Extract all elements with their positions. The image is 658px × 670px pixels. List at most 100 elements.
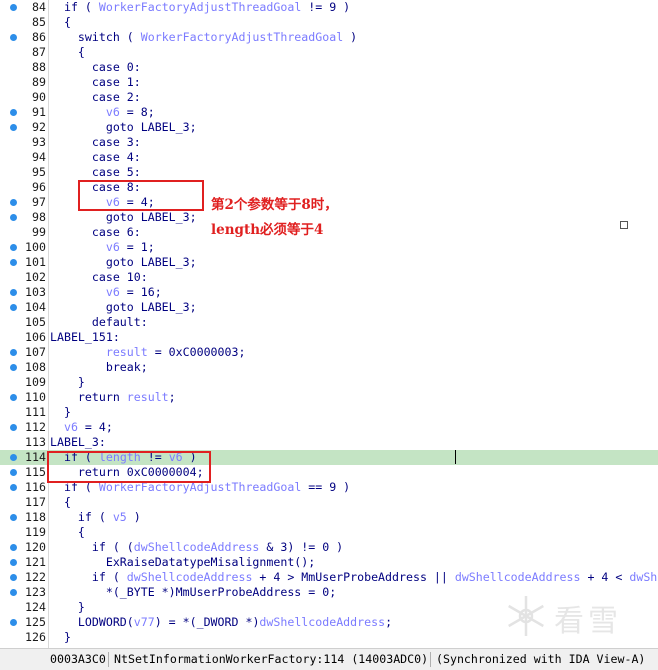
code-line[interactable]: 111 } (0, 405, 658, 420)
code-line[interactable]: 103 v6 = 16; (0, 285, 658, 300)
code-line[interactable]: 119 { (0, 525, 658, 540)
code-line[interactable]: 91 v6 = 8; (0, 105, 658, 120)
code-text: default: (50, 315, 148, 330)
line-number: 86 (32, 30, 46, 44)
code-line[interactable]: 86 switch ( WorkerFactoryAdjustThreadGoa… (0, 30, 658, 45)
code-line[interactable]: 118 if ( v5 ) (0, 510, 658, 525)
breakpoint-marker-icon[interactable] (10, 214, 17, 221)
code-line[interactable]: 94 case 4: (0, 150, 658, 165)
code-text: } (50, 600, 85, 615)
code-line[interactable]: 120 if ( (dwShellcodeAddress & 3) != 0 ) (0, 540, 658, 555)
breakpoint-marker-icon[interactable] (10, 199, 17, 206)
pseudocode-view[interactable]: 84 if ( WorkerFactoryAdjustThreadGoal !=… (0, 0, 658, 648)
breakpoint-marker-icon[interactable] (10, 124, 17, 131)
code-line[interactable]: 112 v6 = 4; (0, 420, 658, 435)
code-text: } (50, 405, 71, 420)
code-line[interactable]: 122 if ( dwShellcodeAddress + 4 > MmUser… (0, 570, 658, 585)
code-line[interactable]: 108 break; (0, 360, 658, 375)
breakpoint-marker-icon[interactable] (10, 349, 17, 356)
code-token: switch ( (50, 30, 141, 44)
code-text: goto LABEL_3; (50, 255, 197, 270)
code-token: == 9 ) (301, 480, 351, 494)
code-line[interactable]: 88 case 0: (0, 60, 658, 75)
code-token: = 16; (119, 285, 162, 299)
code-line[interactable]: 90 case 2: (0, 90, 658, 105)
breakpoint-marker-icon[interactable] (10, 424, 17, 431)
code-line[interactable]: 89 case 1: (0, 75, 658, 90)
code-token: if ( (50, 0, 99, 14)
code-text: if ( (dwShellcodeAddress & 3) != 0 ) (50, 540, 343, 555)
identifier-token: dwShellcodeAddress (126, 570, 253, 584)
code-line[interactable]: 102 case 10: (0, 270, 658, 285)
breakpoint-marker-icon[interactable] (10, 574, 17, 581)
code-line[interactable]: 84 if ( WorkerFactoryAdjustThreadGoal !=… (0, 0, 658, 15)
breakpoint-marker-icon[interactable] (10, 589, 17, 596)
code-line[interactable]: 106 LABEL_151: (0, 330, 658, 345)
breakpoint-marker-icon[interactable] (10, 484, 17, 491)
code-line[interactable]: 110 return result; (0, 390, 658, 405)
line-number: 109 (25, 375, 46, 389)
breakpoint-marker-icon[interactable] (10, 469, 17, 476)
breakpoint-marker-icon[interactable] (10, 4, 17, 11)
breakpoint-marker-icon[interactable] (10, 544, 17, 551)
line-number: 102 (25, 270, 46, 284)
line-number: 120 (25, 540, 46, 554)
watermark: 看雪 (498, 590, 648, 642)
code-line[interactable]: 121 ExRaiseDatatypeMisalignment(); (0, 555, 658, 570)
breakpoint-marker-icon[interactable] (10, 244, 17, 251)
code-token: = 0xC0000003; (147, 345, 246, 359)
breakpoint-marker-icon[interactable] (10, 289, 17, 296)
code-token: } (50, 630, 71, 644)
code-text: case 10: (50, 270, 148, 285)
code-line[interactable]: 93 case 3: (0, 135, 658, 150)
breakpoint-marker-icon[interactable] (10, 454, 17, 461)
breakpoint-marker-icon[interactable] (10, 514, 17, 521)
code-line[interactable]: 92 goto LABEL_3; (0, 120, 658, 135)
code-text: v6 = 4; (50, 420, 113, 435)
code-line[interactable]: 113 LABEL_3: (0, 435, 658, 450)
line-number: 114 (25, 450, 46, 464)
breakpoint-marker-icon[interactable] (10, 34, 17, 41)
code-text: if ( v5 ) (50, 510, 141, 525)
code-line[interactable]: 100 v6 = 1; (0, 240, 658, 255)
code-text: case 1: (50, 75, 141, 90)
code-text: case 6: (50, 225, 141, 240)
line-number: 90 (32, 90, 46, 104)
code-line[interactable]: 95 case 5: (0, 165, 658, 180)
line-number: 123 (25, 585, 46, 599)
breakpoint-marker-icon[interactable] (10, 559, 17, 566)
code-token: } (50, 375, 85, 389)
code-token: + 4 > MmUserProbeAddress || (252, 570, 455, 584)
breakpoint-marker-icon[interactable] (10, 364, 17, 371)
breakpoint-marker-icon[interactable] (10, 109, 17, 116)
code-line[interactable]: 99 case 6: (0, 225, 658, 240)
line-number: 84 (32, 0, 46, 14)
code-line[interactable]: 105 default: (0, 315, 658, 330)
breakpoint-marker-icon[interactable] (10, 259, 17, 266)
code-token: ) (126, 510, 141, 524)
code-line[interactable]: 85 { (0, 15, 658, 30)
code-token: ; (168, 390, 176, 404)
code-line[interactable]: 87 { (0, 45, 658, 60)
breakpoint-marker-icon[interactable] (10, 619, 17, 626)
line-number: 116 (25, 480, 46, 494)
resize-icon (620, 221, 628, 229)
code-text: case 4: (50, 150, 141, 165)
code-line[interactable]: 101 goto LABEL_3; (0, 255, 658, 270)
status-address: 0003A3C0 (50, 652, 106, 666)
line-number: 117 (25, 495, 46, 509)
code-line[interactable]: 109 } (0, 375, 658, 390)
line-number: 113 (25, 435, 46, 449)
breakpoint-marker-icon[interactable] (10, 394, 17, 401)
code-token: = 1; (119, 240, 155, 254)
code-token: { (50, 15, 71, 29)
code-line[interactable]: 117 { (0, 495, 658, 510)
code-token: { (50, 45, 85, 59)
breakpoint-marker-icon[interactable] (10, 304, 17, 311)
code-text: v6 = 8; (50, 105, 155, 120)
code-line[interactable]: 107 result = 0xC0000003; (0, 345, 658, 360)
code-token: LABEL_3: (50, 435, 106, 449)
code-token: = 8; (119, 105, 155, 119)
identifier-token: result (126, 390, 169, 404)
code-line[interactable]: 104 goto LABEL_3; (0, 300, 658, 315)
